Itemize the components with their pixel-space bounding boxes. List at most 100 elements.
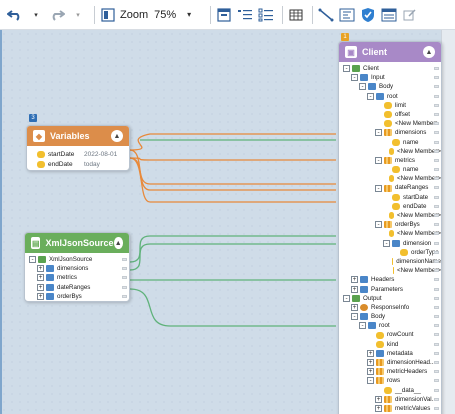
tree-row[interactable]: limit <box>343 101 441 110</box>
shield-icon[interactable] <box>359 4 377 26</box>
tree-row[interactable]: __data__ <box>343 386 441 395</box>
tree-row[interactable]: - Output <box>343 294 441 303</box>
table-icon[interactable] <box>380 4 398 26</box>
undo-icon[interactable] <box>6 4 24 26</box>
connection-port[interactable] <box>122 285 127 289</box>
tree-row[interactable]: - Body <box>343 82 441 91</box>
connector-icon[interactable] <box>317 4 335 26</box>
collapse-node-icon[interactable]: ▲ <box>113 237 123 249</box>
expand-toggle-icon[interactable]: + <box>351 303 358 311</box>
connection-port[interactable] <box>434 351 439 355</box>
variables-node-header[interactable]: ◆ Variables ▲ <box>27 126 129 146</box>
tree-row[interactable]: - orderBys <box>343 220 441 229</box>
expand-toggle-icon[interactable]: + <box>367 368 374 376</box>
tree-row[interactable]: + orderBys <box>29 292 129 301</box>
connection-port[interactable] <box>434 131 439 135</box>
tree-row[interactable]: + metricHeaders <box>343 367 441 376</box>
connection-port[interactable] <box>434 177 439 181</box>
tree-row[interactable]: - Input <box>343 73 441 82</box>
tree-row[interactable]: - root <box>343 321 441 330</box>
connection-port[interactable] <box>434 204 439 208</box>
tree-row[interactable]: - XmlJsonSource <box>29 255 129 264</box>
connection-port[interactable] <box>434 333 439 337</box>
tree-row[interactable]: offset <box>343 110 441 119</box>
expand-toggle-icon[interactable]: + <box>367 349 374 357</box>
tree-row[interactable]: - root <box>343 92 441 101</box>
connection-port[interactable] <box>434 149 439 153</box>
detail-list-icon[interactable] <box>257 4 275 26</box>
expand-toggle-icon[interactable]: + <box>367 359 374 367</box>
connection-port[interactable] <box>122 258 127 261</box>
tree-row[interactable]: <New Member> <box>343 266 441 275</box>
tree-row[interactable]: dimensionName <box>343 257 441 266</box>
expand-toggle-icon[interactable]: + <box>37 283 44 291</box>
tree-row[interactable]: + metricValues <box>343 404 441 413</box>
grid-icon[interactable] <box>287 4 305 26</box>
expand-toggle-icon[interactable]: + <box>375 395 382 403</box>
collapse-toggle-icon[interactable]: - <box>351 74 358 82</box>
expand-toggle-icon[interactable]: + <box>37 265 44 273</box>
edit-icon[interactable] <box>401 4 419 26</box>
expand-toggle-icon[interactable]: + <box>375 405 382 413</box>
tree-row[interactable]: endDate <box>343 202 441 211</box>
collapse-node-icon[interactable]: ▲ <box>423 46 435 58</box>
connection-port[interactable] <box>434 94 439 98</box>
connection-port[interactable] <box>434 241 439 245</box>
tree-row[interactable]: - Body <box>343 312 441 321</box>
connection-port[interactable] <box>434 324 439 328</box>
connection-port[interactable] <box>434 158 439 162</box>
connection-port[interactable] <box>122 294 127 298</box>
connection-port[interactable] <box>434 388 439 392</box>
connection-port[interactable] <box>434 259 439 263</box>
tree-row[interactable]: - dimension <box>343 239 441 248</box>
xmljsonsource-node-header[interactable]: ▤ XmlJsonSource ▲ <box>25 233 129 253</box>
xmljsonsource-node[interactable]: ▤ XmlJsonSource ▲ - XmlJsonSource + dimensi… <box>24 232 130 302</box>
connection-port[interactable] <box>434 296 439 300</box>
fit-page-icon[interactable] <box>99 4 117 26</box>
connection-port[interactable] <box>434 223 439 227</box>
connection-port[interactable] <box>434 214 439 217</box>
expand-toggle-icon[interactable]: + <box>351 276 358 284</box>
tree-row[interactable]: + dateRanges <box>29 283 129 292</box>
zoom-select[interactable]: 75% <box>154 9 176 21</box>
collapse-node-icon[interactable]: ▲ <box>111 130 123 142</box>
connection-port[interactable] <box>434 315 439 319</box>
tree-row[interactable]: name <box>343 138 441 147</box>
connection-port[interactable] <box>434 287 439 291</box>
tree-row[interactable]: rowCount <box>343 330 441 339</box>
connection-port[interactable] <box>434 76 439 80</box>
connection-port[interactable] <box>434 278 439 282</box>
collapse-toggle-icon[interactable]: - <box>359 322 366 330</box>
zoom-dropdown-icon[interactable]: ▾ <box>180 4 198 26</box>
tree-row[interactable]: - Client <box>343 64 441 73</box>
collapse-toggle-icon[interactable]: - <box>375 129 382 137</box>
tree-row[interactable]: <New Member> <box>343 174 441 183</box>
connection-port[interactable] <box>434 397 439 401</box>
tree-row[interactable]: + metrics <box>29 273 129 282</box>
tree-row[interactable]: + dimensions <box>29 264 129 273</box>
tree-row[interactable]: + ResponseInfo <box>343 303 441 312</box>
collapse-toggle-icon[interactable]: - <box>359 83 366 91</box>
connection-port[interactable] <box>434 67 439 70</box>
collapse-toggle-icon[interactable]: - <box>351 313 358 321</box>
tree-row[interactable]: - rows <box>343 376 441 385</box>
list-icon[interactable] <box>236 4 254 26</box>
client-node[interactable]: ▣ Client ▲ - Client - Input - Body - root limit o… <box>338 41 442 414</box>
connection-port[interactable] <box>434 232 439 236</box>
collapse-toggle-icon[interactable]: - <box>29 256 36 264</box>
collapse-toggle-icon[interactable]: - <box>343 65 350 73</box>
tree-row[interactable]: kind <box>343 340 441 349</box>
connection-port[interactable] <box>434 361 439 364</box>
connection-port[interactable] <box>122 267 127 271</box>
collapse-toggle-icon[interactable]: - <box>343 294 350 302</box>
client-node-header[interactable]: ▣ Client ▲ <box>339 42 441 62</box>
connection-port[interactable] <box>434 140 439 144</box>
collapse-toggle-icon[interactable]: - <box>367 377 374 385</box>
tree-row[interactable]: + metadata <box>343 349 441 358</box>
layout-icon[interactable] <box>215 4 233 26</box>
collapse-toggle-icon[interactable]: - <box>375 184 382 192</box>
variable-row[interactable]: endDate today <box>27 159 129 169</box>
connection-port[interactable] <box>434 122 439 126</box>
mapping-canvas[interactable]: 3 ◆ Variables ▲ startDate 2022-08-01 end… <box>0 30 455 414</box>
tree-row[interactable]: <New Member> <box>343 119 441 128</box>
